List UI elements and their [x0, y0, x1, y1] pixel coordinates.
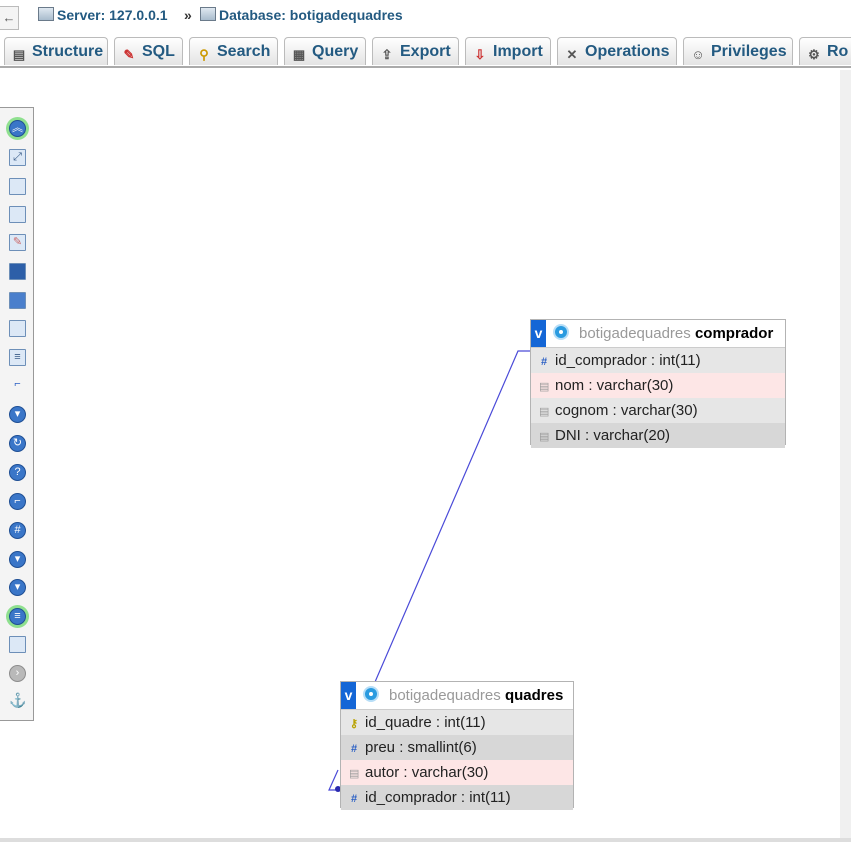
column-row[interactable]: ⚷ id_quadre : int(11): [341, 710, 573, 735]
small-big-icon[interactable]: ▾: [9, 551, 26, 568]
table-quadres[interactable]: v botigadequadres quadres ⚷ id_quadre : i…: [340, 681, 574, 810]
server-icon: [38, 7, 54, 21]
view-schema-icon[interactable]: ≡: [9, 349, 26, 366]
vertical-scrollbar[interactable]: [840, 70, 851, 838]
delete-page-icon[interactable]: [9, 320, 26, 337]
import-icon: ⇩: [474, 47, 486, 62]
create-relation-icon[interactable]: ⌐: [9, 377, 26, 394]
toggle-all-icon[interactable]: ▾: [9, 579, 26, 596]
hash-icon: #: [350, 743, 358, 755]
tab-query-label: Query: [312, 43, 359, 60]
export-icon: ⇪: [381, 47, 393, 62]
tab-export[interactable]: ⇪ Export: [372, 37, 459, 65]
column-label: id_quadre : int(11): [365, 714, 486, 731]
table-header[interactable]: v botigadequadres quadres: [341, 682, 573, 710]
move-menu-icon[interactable]: ›: [9, 665, 26, 682]
breadcrumb-database-label[interactable]: Database: botigadequadres: [219, 7, 403, 23]
fullscreen-icon[interactable]: ⤢: [9, 149, 26, 166]
tab-routines-label: Ro: [827, 43, 849, 60]
query-icon: ▦: [292, 47, 306, 62]
tab-bar: ▤ Structure ✎ SQL ⚲ Search ▦ Query ⇪ Export ⇩…: [0, 37, 851, 68]
export-schema-icon[interactable]: [9, 636, 26, 653]
key-icon: ⚷: [349, 718, 359, 730]
pin-text-icon[interactable]: ⚓: [9, 693, 26, 710]
tab-structure[interactable]: ▤ Structure: [4, 37, 108, 65]
toggle-menu-icon[interactable]: ︽: [9, 120, 26, 137]
text-icon: ▤: [539, 406, 550, 418]
column-label: preu : smallint(6): [365, 739, 477, 756]
table-comprador[interactable]: v botigadequadres comprador # id_comprado…: [530, 319, 786, 448]
gear-icon[interactable]: [365, 688, 377, 700]
horizontal-scrollbar[interactable]: [0, 838, 851, 842]
routines-icon: ⚙: [808, 47, 820, 62]
gear-icon[interactable]: [555, 326, 567, 338]
column-label: cognom : varchar(30): [555, 402, 698, 419]
new-page-icon[interactable]: [9, 206, 26, 223]
column-row[interactable]: ▤ DNI : varchar(20): [531, 423, 785, 448]
help-icon[interactable]: ?: [9, 464, 26, 481]
tab-import[interactable]: ⇩ Import: [465, 37, 551, 65]
table-title: botigadequadres quadres: [389, 682, 563, 709]
text-icon: ▤: [539, 381, 550, 393]
add-tables-icon[interactable]: [9, 178, 26, 195]
table-db-name: botigadequadres: [579, 325, 691, 342]
snap-to-grid-icon[interactable]: #: [9, 522, 26, 539]
tab-sql[interactable]: ✎ SQL: [114, 37, 183, 65]
tab-operations-label: Operations: [585, 43, 670, 60]
reload-icon[interactable]: ↻: [9, 435, 26, 452]
sql-icon: ✎: [123, 47, 135, 62]
table-name: quadres: [504, 687, 564, 704]
table-header[interactable]: v botigadequadres comprador: [531, 320, 785, 348]
angular-links-icon[interactable]: ⌐: [9, 493, 26, 510]
column-row[interactable]: # preu : smallint(6): [341, 735, 573, 760]
tab-privileges[interactable]: ☺ Privileges: [683, 37, 793, 65]
table-db-name: botigadequadres: [389, 687, 501, 704]
tab-routines[interactable]: ⚙ Ro: [799, 37, 851, 65]
relation-lines-icon[interactable]: ▾: [9, 406, 26, 423]
text-icon: ▤: [539, 431, 550, 443]
tab-privileges-label: Privileges: [711, 43, 787, 60]
breadcrumb: ← Server: 127.0.0.1 » Database: botigade…: [0, 0, 851, 32]
column-row[interactable]: ▤ autor : varchar(30): [341, 760, 573, 785]
tab-search[interactable]: ⚲ Search: [189, 37, 278, 65]
column-row[interactable]: ▤ nom : varchar(30): [531, 373, 785, 398]
toggle-columns-button[interactable]: v: [531, 320, 546, 347]
breadcrumb-separator: »: [184, 7, 192, 23]
tab-sql-label: SQL: [142, 43, 175, 60]
tab-query[interactable]: ▦ Query: [284, 37, 366, 65]
column-label: DNI : varchar(20): [555, 427, 671, 444]
tab-structure-label: Structure: [32, 43, 104, 60]
table-title: botigadequadres comprador: [579, 320, 773, 347]
breadcrumb-server-link[interactable]: Server: 127.0.0.1: [38, 7, 168, 23]
save-icon[interactable]: [9, 263, 26, 280]
save-as-icon[interactable]: [9, 292, 26, 309]
column-label: autor : varchar(30): [365, 764, 489, 781]
tab-operations[interactable]: ✕ Operations: [557, 37, 677, 65]
column-row[interactable]: ▤ cognom : varchar(30): [531, 398, 785, 423]
tab-export-label: Export: [400, 43, 451, 60]
structure-icon: ▤: [12, 47, 26, 62]
column-label: id_comprador : int(11): [555, 352, 701, 369]
column-label: id_comprador : int(11): [365, 789, 511, 806]
text-icon: ▤: [349, 768, 360, 780]
tab-import-label: Import: [493, 43, 543, 60]
privileges-icon: ☺: [691, 47, 705, 62]
column-row[interactable]: # id_comprador : int(11): [531, 348, 785, 373]
hash-icon: #: [540, 356, 548, 368]
tab-search-label: Search: [217, 43, 271, 60]
designer-toolbar: ︽ ⤢ ✎ ≡ ⌐ ▾ ↻ ? ⌐ # ▾ ▾ ≡ › ⚓: [0, 107, 34, 721]
table-name: comprador: [694, 325, 774, 342]
search-icon: ⚲: [199, 47, 209, 62]
toggle-fields-icon[interactable]: ≡: [9, 608, 26, 625]
breadcrumb-database-link[interactable]: Database: botigadequadres: [200, 7, 403, 23]
toggle-columns-button[interactable]: v: [341, 682, 356, 709]
collapse-navigation-button[interactable]: ←: [0, 6, 19, 30]
column-label: nom : varchar(30): [555, 377, 674, 394]
breadcrumb-server-label[interactable]: Server: 127.0.0.1: [57, 7, 168, 23]
column-row[interactable]: # id_comprador : int(11): [341, 785, 573, 810]
edit-page-icon[interactable]: ✎: [9, 234, 26, 251]
hash-icon: #: [350, 793, 358, 805]
database-icon: [200, 7, 216, 21]
operations-icon: ✕: [566, 47, 578, 62]
